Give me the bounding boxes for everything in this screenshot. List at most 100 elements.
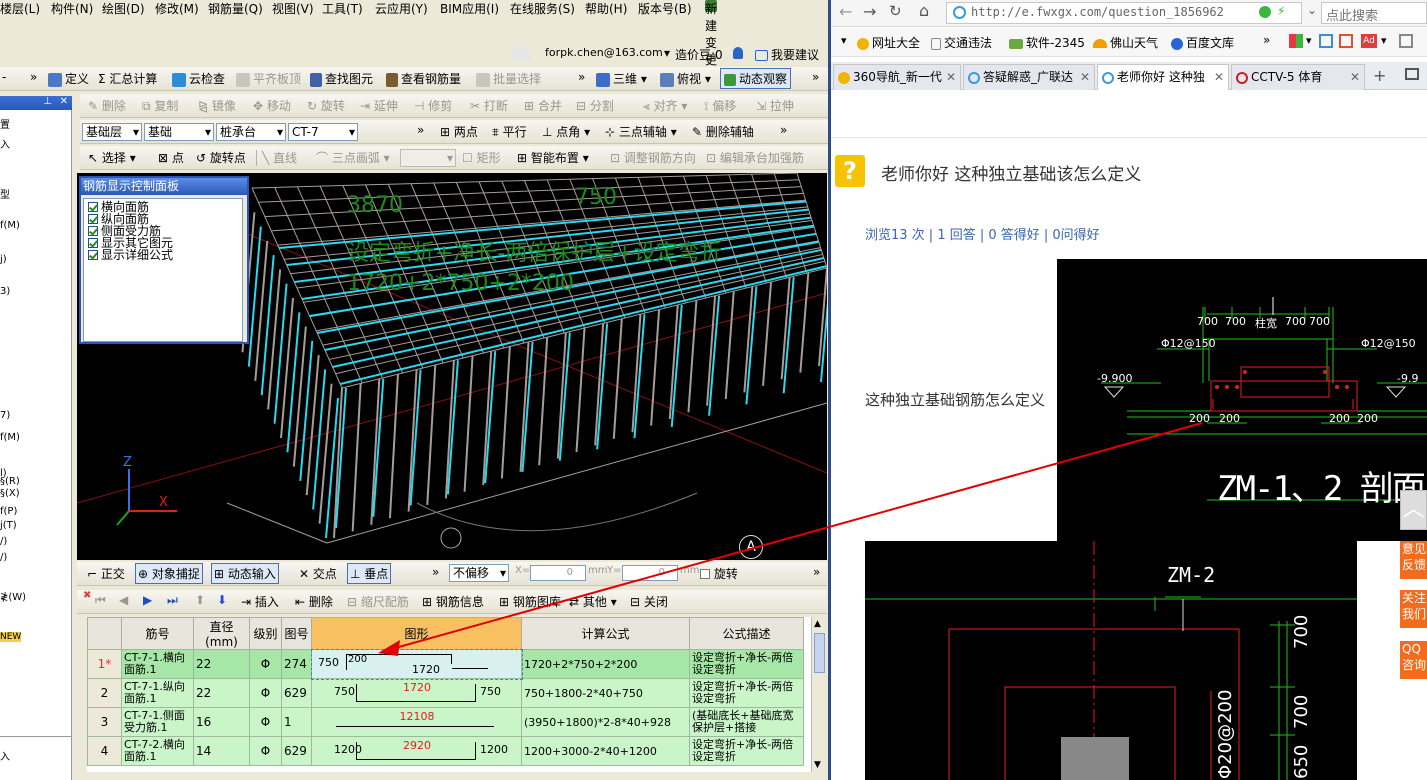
- more-icon[interactable]: »: [780, 123, 787, 137]
- fav-item[interactable]: 百度文库: [1171, 34, 1234, 51]
- dynamic-observe-button[interactable]: 动态观察: [720, 68, 792, 89]
- cell-description[interactable]: 设定弯折+净长-两倍设定弯折: [689, 678, 804, 708]
- menu-bim[interactable]: BIM应用(I): [440, 0, 499, 17]
- close-grid-button[interactable]: ⊟ 关闭: [630, 593, 668, 610]
- more-icon[interactable]: »: [432, 565, 439, 579]
- three-point-aux-button[interactable]: ⊹ 三点辅轴 ▾: [605, 123, 677, 140]
- last-record-icon[interactable]: ⏭: [167, 593, 178, 608]
- table-row[interactable]: 1* CT-7-1.横向面筋.1 22 Φ 274 750 200 1720 1720+2*75…: [87, 648, 804, 680]
- other-dropdown[interactable]: ⇄ 其他 ▾: [569, 593, 617, 610]
- fav-item[interactable]: 交通违法: [931, 34, 992, 51]
- scroll-down-icon[interactable]: ▼: [814, 760, 821, 770]
- more-icon[interactable]: »: [1263, 33, 1270, 47]
- offset-tool[interactable]: ⟟ 偏移: [704, 97, 736, 114]
- row-number[interactable]: 2: [87, 678, 122, 708]
- menu-floor[interactable]: 楼层(L): [0, 0, 40, 17]
- cell-grade[interactable]: Φ: [249, 736, 282, 766]
- menu-rebar[interactable]: 钢筋量(Q): [208, 0, 263, 17]
- cell-rebar-name[interactable]: CT-7-1.纵向面筋.1: [121, 678, 194, 708]
- feedback-button[interactable]: 意见反馈: [1400, 541, 1427, 579]
- view3d-dropdown[interactable]: 三维 ▾: [596, 70, 647, 87]
- object-snap-toggle[interactable]: ⊕ 对象捕捉: [135, 563, 203, 584]
- col-description[interactable]: 公式描述: [689, 617, 804, 650]
- account-email[interactable]: forpk.chen@163.com: [545, 46, 663, 59]
- cell-rebar-name[interactable]: CT-7-1.侧面受力筋.1: [121, 707, 194, 737]
- move-tool[interactable]: ✥ 移动: [253, 97, 291, 114]
- fav-item[interactable]: 软件-2345: [1009, 34, 1085, 51]
- more-icon[interactable]: »: [417, 123, 424, 137]
- row-number[interactable]: 4: [87, 736, 122, 766]
- table-row[interactable]: 4 CT-7-2.横向面筋.1 14 Φ 629 1200 2920 1200 1200+300…: [87, 736, 804, 766]
- rebar-info-button[interactable]: ⊞ 钢筋信息: [422, 593, 484, 610]
- compass-icon[interactable]: A: [739, 535, 763, 559]
- menu-version[interactable]: 版本号(B): [638, 0, 692, 17]
- menu-draw[interactable]: 绘图(D): [102, 0, 145, 17]
- forward-icon[interactable]: →: [863, 2, 876, 21]
- tree-item[interactable]: 7): [0, 410, 10, 421]
- scroll-top-button[interactable]: ︿: [1400, 490, 1427, 530]
- cell-description[interactable]: 设定弯折+净长-两倍设定弯折: [689, 649, 804, 679]
- tree-item[interactable]: f(M): [0, 220, 20, 231]
- mirror-tool[interactable]: ⧎ 镜像: [198, 97, 236, 114]
- cell-description[interactable]: (基础底长+基础底宽保护层+搭接: [689, 707, 804, 737]
- rotate-checkbox[interactable]: 旋转: [700, 565, 738, 582]
- first-record-icon[interactable]: ⏮: [95, 593, 106, 608]
- adjust-direction-tool[interactable]: ⊡ 调整钢筋方向: [610, 149, 696, 166]
- home-icon[interactable]: ⌂: [919, 1, 929, 20]
- copy-tool[interactable]: ⧉ 复制: [142, 97, 178, 114]
- tree-item[interactable]: 入: [0, 748, 10, 763]
- more-icon[interactable]: »: [30, 70, 37, 84]
- rotate-point-tool[interactable]: ↺ 旋转点: [196, 149, 246, 166]
- x-input[interactable]: 0: [530, 565, 586, 581]
- close-icon[interactable]: ✕: [1214, 65, 1224, 89]
- dynamic-input-toggle[interactable]: ⊞ 动态输入: [211, 563, 279, 584]
- cell-diameter[interactable]: 16: [193, 707, 250, 737]
- tree-item[interactable]: §(R): [0, 476, 20, 487]
- row-number[interactable]: 3: [87, 707, 122, 737]
- delete-tool[interactable]: ✎ 删除: [88, 97, 126, 114]
- horizontal-scrollbar[interactable]: [87, 772, 813, 780]
- col-shape[interactable]: 图形: [311, 617, 522, 650]
- menu-modify[interactable]: 修改(M): [155, 0, 199, 17]
- smart-layout-tool[interactable]: ⊞ 智能布置 ▾: [517, 149, 589, 166]
- tree-item[interactable]: /): [0, 552, 7, 563]
- cell-shape[interactable]: 1200 2920 1200: [311, 736, 522, 766]
- cell-diameter[interactable]: 14: [193, 736, 250, 766]
- calendar-icon[interactable]: [1339, 34, 1353, 48]
- select-tool[interactable]: ↖ 选择 ▾: [88, 149, 136, 166]
- move-down-icon[interactable]: ⬇: [217, 593, 227, 607]
- cell-shape[interactable]: 750 200 1720: [310, 648, 523, 680]
- delete-aux-button[interactable]: ✎ 删除辅轴: [692, 123, 754, 140]
- row-number[interactable]: 1*: [87, 649, 122, 679]
- option-show-formula[interactable]: 显示详细公式: [88, 249, 173, 261]
- perpendicular-snap[interactable]: ⊥ 垂点: [347, 563, 392, 584]
- cell-formula[interactable]: 1720+2*750+2*200: [521, 649, 690, 679]
- tab-question-active[interactable]: 老师你好 这种独 ✕: [1097, 64, 1229, 90]
- checkbox-icon[interactable]: [88, 202, 98, 212]
- arc-option-select[interactable]: ▾: [400, 149, 456, 167]
- window-icon[interactable]: [1319, 34, 1333, 48]
- tab-360-nav[interactable]: 360导航_新一代 ✕: [833, 64, 961, 90]
- tree-item[interactable]: 型: [0, 186, 10, 201]
- tree-item[interactable]: NEW: [0, 632, 22, 642]
- arc-tool[interactable]: ⌒ 三点画弧 ▾: [316, 149, 390, 166]
- prev-record-icon[interactable]: ◀: [119, 593, 128, 607]
- rotate-tool[interactable]: ↻ 旋转: [307, 97, 345, 114]
- col-diameter[interactable]: 直径(mm): [193, 617, 250, 650]
- define-button[interactable]: 定义: [48, 70, 89, 87]
- close-icon[interactable]: ✕: [946, 65, 956, 89]
- cell-rebar-name[interactable]: CT-7-2.横向面筋.1: [121, 736, 194, 766]
- next-record-icon[interactable]: ▶: [143, 593, 152, 607]
- batch-select-button[interactable]: 批量选择: [476, 70, 541, 87]
- member-select[interactable]: CT-7 ▾: [288, 123, 358, 141]
- cad-section-image-1[interactable]: ZM-1、2 剖面 700 700 柱宽 700 700 Φ12@150 Φ12…: [1057, 259, 1427, 541]
- tree-item[interactable]: f(M): [0, 432, 20, 443]
- qq-consult-button[interactable]: QQ咨询: [1400, 641, 1427, 679]
- cell-formula[interactable]: 1200+3000-2*40+1200: [521, 736, 690, 766]
- tree-item[interactable]: 入: [0, 136, 10, 151]
- search-field[interactable]: 点此搜索: [1321, 2, 1427, 24]
- apps-icon[interactable]: [1289, 34, 1303, 48]
- chevron-down-icon[interactable]: ▾: [664, 46, 670, 60]
- point-angle-button[interactable]: ⊥ 点角 ▾: [542, 123, 590, 140]
- question-stats[interactable]: 浏览13 次 | 1 回答 | 0 答得好 | 0问得好: [865, 224, 1100, 243]
